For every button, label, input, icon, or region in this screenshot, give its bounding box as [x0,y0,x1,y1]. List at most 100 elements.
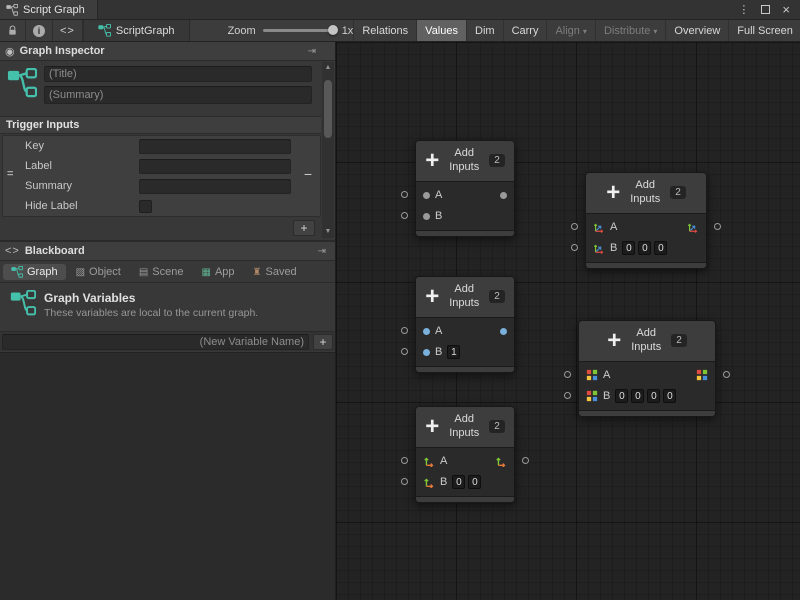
script-graph-icon [6,4,18,16]
value-field[interactable]: 0 [654,241,667,255]
info-button[interactable]: i [26,20,53,41]
close-icon[interactable]: × [782,5,790,15]
maximize-icon[interactable] [761,5,770,14]
float-dot-icon [423,328,430,335]
node-add-inputs-4[interactable]: + Add Inputs 2 A B [578,320,716,417]
grid-icon: ▦ [201,267,210,278]
carry-button[interactable]: Carry [503,20,547,41]
overview-button[interactable]: Overview [665,20,728,41]
trigger-inputs-section[interactable]: Trigger Inputs [0,116,321,134]
window-menu-icon[interactable]: ⋮ [738,3,749,16]
node-add-inputs-3[interactable]: + Add Inputs 2 A B [415,276,515,373]
input-port-icon[interactable] [401,327,408,334]
tab-saved[interactable]: ♜ Saved [245,264,305,280]
graph-canvas[interactable]: + Add Inputs 2 A B [336,42,800,600]
scroll-up-icon[interactable]: ▲ [322,62,334,74]
scroll-down-icon[interactable]: ▼ [322,226,334,238]
fullscreen-button[interactable]: Full Screen [728,20,800,41]
tab-scene[interactable]: ▤ Scene [131,264,192,280]
graph-inspector-title: Graph Inspector [20,45,105,57]
node-add-inputs-5[interactable]: + Add Inputs 2 A B [415,406,515,503]
node-add-inputs-2[interactable]: + Add Inputs 2 A B [585,172,707,269]
add-icon: + [606,183,620,203]
scrollbar-track[interactable] [322,74,334,226]
input-port-icon[interactable] [401,457,408,464]
node-header[interactable]: + Add Inputs 2 [586,173,706,214]
summary-input[interactable] [139,179,291,194]
dock-icon[interactable]: ⇥ [318,246,326,257]
dock-icon[interactable]: ⇥ [308,46,316,57]
graph-breadcrumb-tab[interactable]: ScriptGraph [83,20,190,41]
vector3-icon [593,242,605,254]
value-field[interactable]: 0 [663,389,676,403]
value-field[interactable]: 1 [447,345,460,359]
script-graph-window: Script Graph ⋮ × i <> ScriptGraph Zoom 1… [0,0,800,600]
output-port-icon[interactable] [522,457,529,464]
vector4-icon [696,369,708,381]
value-field[interactable]: 0 [622,241,635,255]
value-field[interactable]: 0 [631,389,644,403]
port-row-b: B 0 0 0 [586,238,706,259]
graph-toolbar: i <> ScriptGraph Zoom 1x Relations Value… [0,20,800,42]
zoom-slider-knob[interactable] [328,25,338,35]
value-field[interactable]: 0 [647,389,660,403]
node-title: Add Inputs [625,179,665,207]
drag-handle-icon[interactable]: = [7,168,13,180]
code-preview-button[interactable]: <> [53,20,83,41]
node-header[interactable]: + Add Inputs 2 [416,407,514,448]
label-input[interactable] [139,159,291,174]
relations-button[interactable]: Relations [353,20,416,41]
hide-label-checkbox[interactable] [139,200,152,213]
input-port-icon[interactable] [564,392,571,399]
output-port-icon[interactable] [723,371,730,378]
lock-button[interactable] [0,20,26,41]
input-port-icon[interactable] [571,244,578,251]
value-field[interactable]: 0 [452,475,465,489]
trigger-inputs-list: = Key Label Summary Hide Label − [2,135,321,217]
tab-graph[interactable]: Graph [3,264,66,280]
input-port-icon[interactable] [401,212,408,219]
blackboard-header[interactable]: <> Blackboard ⇥ [0,242,335,261]
add-icon: + [425,287,439,307]
add-trigger-input-button[interactable]: + [293,220,315,236]
node-header[interactable]: + Add Inputs 2 [416,277,514,318]
input-port-icon[interactable] [401,348,408,355]
values-button[interactable]: Values [416,20,466,41]
key-input[interactable] [139,139,291,154]
remove-item-button[interactable]: − [304,168,312,180]
add-icon: + [425,417,439,437]
zoom-slider[interactable] [263,29,335,32]
add-icon: + [607,331,621,351]
node-header[interactable]: + Add Inputs 2 [416,141,514,182]
node-header[interactable]: + Add Inputs 2 [579,321,715,362]
vector2-icon [423,455,435,467]
gray-dot-icon [423,213,430,220]
value-field[interactable]: 0 [468,475,481,489]
graph-summary-field[interactable] [44,86,312,104]
cube-icon: ▧ [76,267,85,278]
tab-object[interactable]: ▧ Object [68,264,129,280]
inspector-scrollbar[interactable]: ▲ ▼ [322,62,334,238]
input-port-icon[interactable] [571,223,578,230]
input-port-icon[interactable] [401,478,408,485]
value-field[interactable]: 0 [615,389,628,403]
add-variable-button[interactable]: + [313,334,333,350]
node-add-inputs-1[interactable]: + Add Inputs 2 A B [415,140,515,237]
graph-inspector-header[interactable]: ◉ Graph Inspector ⇥ [0,42,335,61]
scrollbar-thumb[interactable] [324,80,332,138]
input-port-icon[interactable] [401,191,408,198]
output-port-icon[interactable] [714,223,721,230]
input-port-icon[interactable] [564,371,571,378]
value-field[interactable]: 0 [638,241,651,255]
graph-icon [98,24,111,37]
tab-object-label: Object [89,266,121,278]
graph-title-field[interactable] [44,66,312,82]
distribute-button[interactable]: Distribute ▾ [595,20,665,41]
node-title: Add Inputs [444,283,484,311]
align-button[interactable]: Align ▾ [546,20,594,41]
tab-app[interactable]: ▦ App [193,264,242,280]
new-variable-input[interactable] [2,334,309,350]
graph-unit-icon [7,68,37,98]
dim-button[interactable]: Dim [466,20,503,41]
window-tab[interactable]: Script Graph [0,0,98,19]
